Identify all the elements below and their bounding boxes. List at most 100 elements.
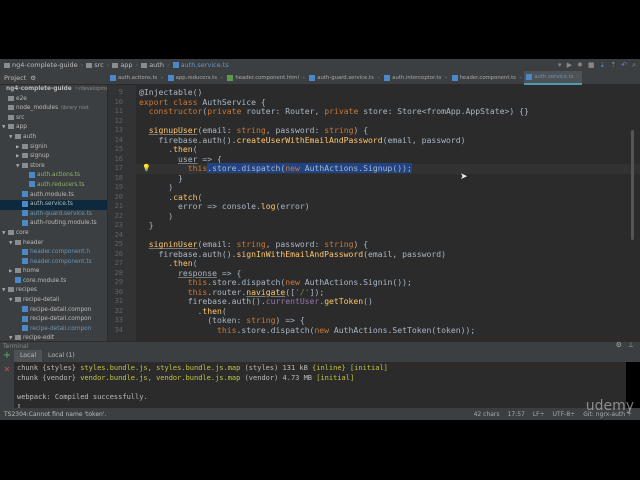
close-terminal-icon[interactable]: ✕ — [0, 365, 14, 374]
editor-scrollbar[interactable] — [631, 130, 634, 240]
project-view-dropdown[interactable]: Project — [4, 74, 26, 82]
tree-item-label: recipe-detail — [23, 297, 60, 304]
lightbulb-icon[interactable]: 💡 — [142, 164, 151, 172]
code-line[interactable]: this.store.dispatch(new AuthActions.SetT… — [136, 325, 640, 336]
tree-item[interactable]: ▼ app — [0, 123, 107, 133]
tab-auth-interceptor-ts[interactable]: auth.interceptor.ts ✕ — [382, 71, 449, 85]
tree-item[interactable]: auth-guard.service.ts — [0, 210, 107, 220]
tree-item[interactable]: auth.actions.ts — [0, 171, 107, 181]
code-line[interactable]: ) — [136, 182, 640, 193]
run-icon[interactable]: ▶ — [567, 61, 572, 69]
tree-item[interactable]: auth.reducers.ts — [0, 181, 107, 191]
breadcrumb-item[interactable]: auth.service.ts — [172, 61, 229, 69]
terminal-tab[interactable]: Local (1) — [42, 350, 81, 362]
tree-item[interactable]: auth-routing.module.ts — [0, 219, 107, 229]
line-number: 24 — [114, 230, 123, 239]
tree-item[interactable]: ▶ signin — [0, 143, 107, 153]
terminal-line: webpack: Compiled successfully. — [17, 393, 623, 403]
breadcrumb-item[interactable]: auth — [141, 61, 164, 69]
line-number: 21 — [114, 202, 123, 211]
close-icon[interactable]: ✕ — [160, 75, 163, 80]
breadcrumb-separator-icon: › — [106, 61, 110, 69]
breadcrumb-separator-icon: › — [135, 61, 139, 69]
tab-header-component-html[interactable]: header.component.html ✕ — [225, 71, 307, 85]
code-line[interactable]: this.store.dispatch(new AuthActions.Sign… — [136, 163, 640, 174]
code-line[interactable]: error => console.log(error) — [136, 201, 640, 212]
tree-item[interactable]: ▼ recipes — [0, 286, 107, 296]
code-line[interactable]: ) — [136, 211, 640, 222]
add-terminal-icon[interactable]: + — [0, 350, 14, 361]
undo-icon[interactable]: ↶ — [621, 61, 627, 69]
code-line[interactable]: firebase.auth().createUserWithEmailAndPa… — [136, 135, 640, 146]
tree-item[interactable]: src — [0, 114, 107, 124]
tree-item[interactable]: ng4-complete-guide ~/developmen — [0, 85, 107, 95]
tree-item[interactable]: ▼ core — [0, 229, 107, 239]
close-icon[interactable]: ✕ — [302, 75, 305, 80]
tree-item[interactable]: ▼ recipe-detail — [0, 296, 107, 306]
tree-item[interactable]: recipe-detail.compon — [0, 315, 107, 325]
gear-icon[interactable]: ⚙ — [616, 341, 622, 349]
tab-auth-guard-service-ts[interactable]: auth-guard.service.ts ✕ — [307, 71, 382, 85]
terminal-header: Terminal — [0, 341, 640, 350]
close-icon[interactable]: ✕ — [444, 75, 447, 80]
terminal-text: (vendor) 4.73 MB — [240, 373, 317, 382]
tree-item[interactable]: e2e — [0, 95, 107, 105]
ts-file-icon — [526, 73, 533, 80]
code-line[interactable]: } — [136, 220, 640, 231]
tree-item[interactable]: recipe-detail.compon — [0, 325, 107, 335]
status-message[interactable]: TS2304:Cannot find name 'token'. — [4, 411, 106, 418]
code-line[interactable]: firebase.auth().signInWithEmailAndPasswo… — [136, 248, 640, 260]
tree-item[interactable]: header.component.ts — [0, 258, 107, 268]
stop-icon[interactable]: ■ — [588, 61, 595, 69]
debug-icon[interactable]: ✹ — [577, 61, 583, 69]
terminal-tabs: Local Local (1) — [0, 350, 640, 362]
file-encoding[interactable]: UTF-8÷ — [553, 411, 576, 418]
hide-icon[interactable]: ⊥ — [628, 341, 634, 349]
gear-icon[interactable]: ⚙ — [30, 74, 36, 82]
caret-position[interactable]: 17:57 — [508, 411, 525, 418]
tab-auth-actions-ts[interactable]: auth.actions.ts ✕ — [108, 71, 166, 85]
close-icon[interactable]: ✕ — [377, 75, 380, 80]
tree-item[interactable]: node_modules library root — [0, 104, 107, 114]
tree-item[interactable]: ▼ header — [0, 239, 107, 249]
code-line[interactable]: } — [136, 173, 640, 184]
tree-item[interactable]: auth.service.ts — [0, 200, 107, 210]
tree-item[interactable]: auth.module.ts — [0, 191, 107, 201]
tree-item[interactable]: ▶ home — [0, 267, 107, 277]
line-separator[interactable]: LF÷ — [533, 411, 545, 418]
char-count: 42 chars — [473, 410, 500, 418]
tree-item-label: recipes — [16, 287, 37, 294]
tab-label: header.component.html — [235, 74, 299, 81]
tab-header-component-ts[interactable]: header.component.ts ✕ — [450, 71, 525, 85]
code-token: ( — [197, 191, 203, 202]
run-config-dropdown[interactable]: ▾ — [558, 61, 562, 69]
terminal-tab[interactable]: Local — [14, 350, 43, 362]
terminal-text: styles.bundle.js, styles.bundle.js.map — [80, 364, 241, 372]
line-number: 19 — [114, 183, 123, 192]
breadcrumb-item[interactable]: ng4-complete-guide — [4, 61, 78, 69]
code-token: firebase.auth(). — [139, 248, 237, 259]
code-token: log — [260, 201, 276, 212]
folder-icon — [141, 62, 148, 68]
terminal-output[interactable]: chunk {styles} styles.bundle.js, styles.… — [14, 362, 626, 410]
tree-item[interactable]: header.component.h — [0, 248, 107, 258]
breadcrumb-item[interactable]: app — [112, 61, 133, 69]
close-icon[interactable]: ✕ — [519, 75, 522, 80]
tab-auth-service-ts[interactable]: auth.service.ts ✕ — [524, 70, 582, 85]
vcs-update-icon[interactable]: ⇣ — [599, 61, 605, 69]
breadcrumb-item[interactable]: src — [86, 61, 104, 69]
search-icon[interactable]: ⌕ — [632, 61, 636, 70]
tree-item[interactable]: ▼ store — [0, 162, 107, 172]
vcs-commit-icon[interactable]: ⇡ — [610, 61, 616, 69]
tree-item[interactable]: core.module.ts — [0, 277, 107, 287]
tree-item[interactable]: ▶ signup — [0, 152, 107, 162]
code-editor[interactable]: @Injectable() export class AuthService { … — [136, 85, 640, 341]
close-icon[interactable]: ✕ — [577, 74, 580, 79]
code-line[interactable]: constructor(private router: Router, priv… — [136, 106, 640, 117]
tree-item[interactable]: ▼ auth — [0, 133, 107, 143]
close-icon[interactable]: ✕ — [220, 75, 223, 80]
tab-app-reducers-ts[interactable]: app.reducers.ts ✕ — [166, 71, 226, 85]
code-token: (error) — [275, 201, 310, 212]
tree-item[interactable]: recipe-detail.compon — [0, 306, 107, 316]
folder-icon — [4, 62, 10, 68]
